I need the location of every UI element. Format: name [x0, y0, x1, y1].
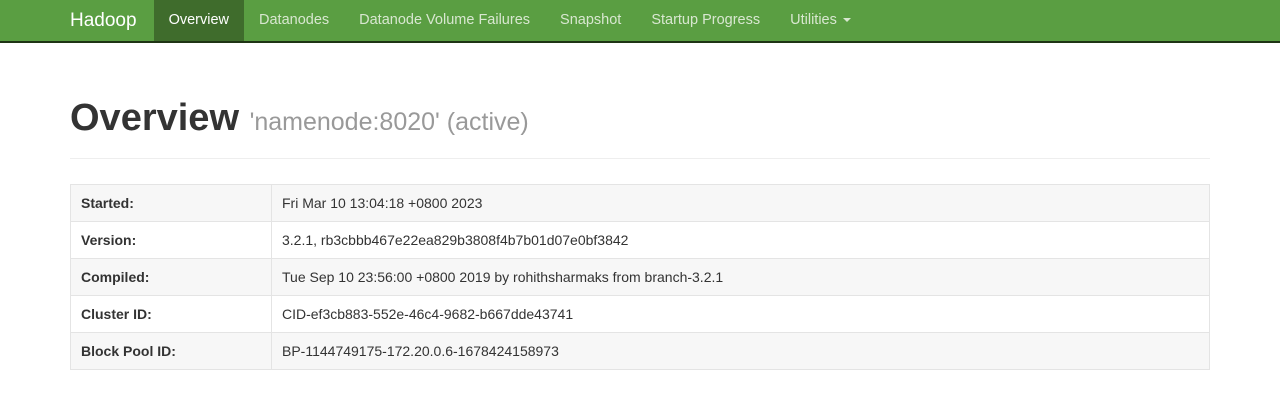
row-label: Cluster ID:	[71, 295, 272, 332]
nav-item-label: Datanode Volume Failures	[359, 12, 530, 28]
nav-item-label: Snapshot	[560, 12, 621, 28]
nav-item-label: Overview	[169, 12, 229, 28]
brand-hadoop-link[interactable]: Hadoop	[70, 0, 152, 41]
nav-item-overview[interactable]: Overview	[154, 0, 244, 41]
nav-menu: Overview Datanodes Datanode Volume Failu…	[154, 0, 866, 41]
nav-item-label: Utilities	[790, 12, 837, 28]
nav-item-utilities-dropdown[interactable]: Utilities	[775, 0, 866, 41]
nav-item-label: Datanodes	[259, 12, 329, 28]
row-value: CID-ef3cb883-552e-46c4-9682-b667dde43741	[272, 295, 1210, 332]
row-value: Tue Sep 10 23:56:00 +0800 2019 by rohith…	[272, 258, 1210, 295]
main-content: Overview 'namenode:8020' (active) Starte…	[55, 98, 1225, 370]
nav-item-datanode-volume-failures[interactable]: Datanode Volume Failures	[344, 0, 545, 41]
row-label: Version:	[71, 221, 272, 258]
navbar: Hadoop Overview Datanodes Datanode Volum…	[0, 0, 1280, 43]
table-row-started: Started: Fri Mar 10 13:04:18 +0800 2023	[71, 184, 1210, 221]
divider	[70, 158, 1210, 159]
row-value: Fri Mar 10 13:04:18 +0800 2023	[272, 184, 1210, 221]
table-row-compiled: Compiled: Tue Sep 10 23:56:00 +0800 2019…	[71, 258, 1210, 295]
table-row-version: Version: 3.2.1, rb3cbbb467e22ea829b3808f…	[71, 221, 1210, 258]
nav-item-snapshot[interactable]: Snapshot	[545, 0, 636, 41]
row-label: Started:	[71, 184, 272, 221]
nav-item-startup-progress[interactable]: Startup Progress	[636, 0, 775, 41]
row-label: Block Pool ID:	[71, 332, 272, 369]
nav-item-datanodes[interactable]: Datanodes	[244, 0, 344, 41]
navbar-container: Hadoop Overview Datanodes Datanode Volum…	[55, 0, 1225, 41]
overview-info-table: Started: Fri Mar 10 13:04:18 +0800 2023 …	[70, 184, 1210, 370]
caret-down-icon	[843, 18, 851, 22]
page-subtitle: 'namenode:8020' (active)	[250, 108, 529, 136]
table-row-cluster-id: Cluster ID: CID-ef3cb883-552e-46c4-9682-…	[71, 295, 1210, 332]
row-label: Compiled:	[71, 258, 272, 295]
page: Hadoop Overview Datanodes Datanode Volum…	[0, 0, 1280, 410]
page-title: Overview 'namenode:8020' (active)	[70, 98, 1210, 140]
page-title-text: Overview	[70, 97, 239, 139]
table-row-block-pool-id: Block Pool ID: BP-1144749175-172.20.0.6-…	[71, 332, 1210, 369]
nav-item-label: Startup Progress	[651, 12, 760, 28]
row-value: 3.2.1, rb3cbbb467e22ea829b3808f4b7b01d07…	[272, 221, 1210, 258]
row-value: BP-1144749175-172.20.0.6-1678424158973	[272, 332, 1210, 369]
